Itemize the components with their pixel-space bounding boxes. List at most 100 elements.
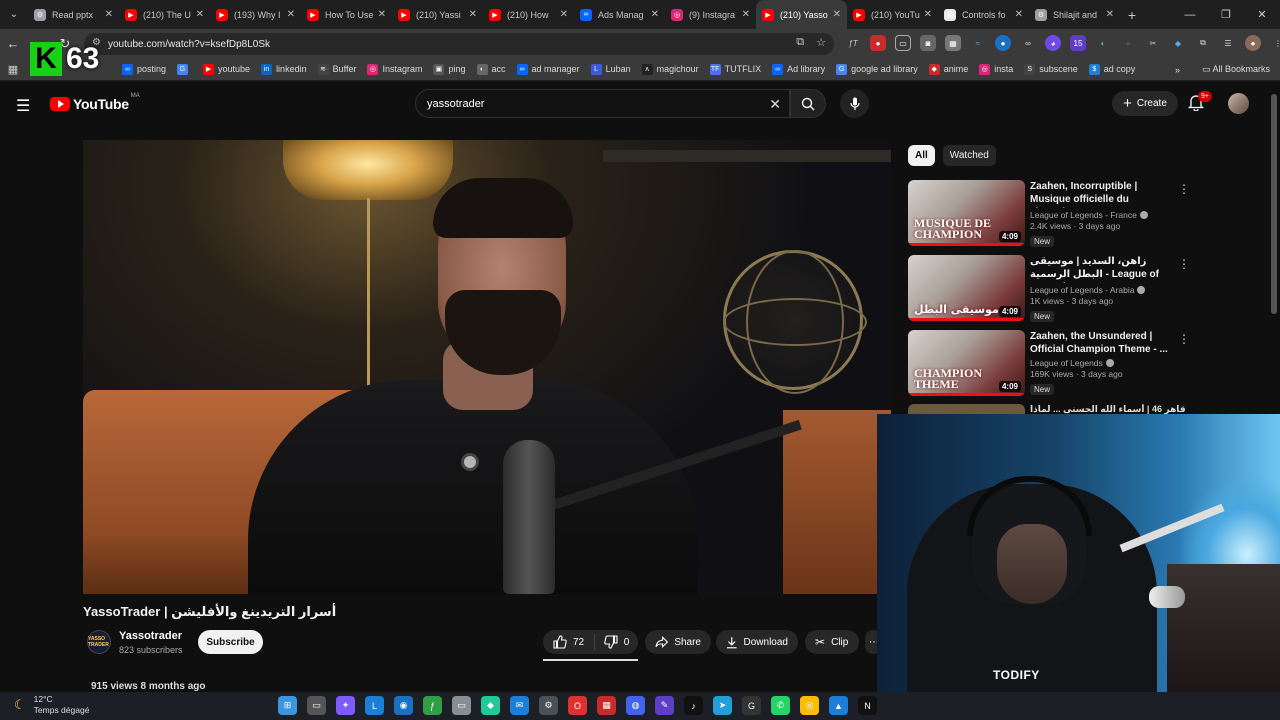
taskbar-app-mail-icon[interactable]: ✉	[510, 696, 529, 715]
bookmark-item[interactable]: Ssubscene	[1024, 63, 1078, 75]
youtube-logo[interactable]: YouTube MA	[50, 93, 140, 112]
taskbar-app-g-icon[interactable]: G	[742, 696, 761, 715]
taskbar-tiktok-icon[interactable]: ♪	[684, 696, 703, 715]
browser-tab[interactable]: ⚙ Shilajit and ✕	[1029, 0, 1120, 29]
font-extension-icon[interactable]: ƒT	[845, 35, 861, 51]
browser-tab[interactable]: ▤ Controls fo ✕	[938, 0, 1029, 29]
blue-circle-extension-icon[interactable]: ●	[995, 35, 1011, 51]
tab-close-icon[interactable]: ✕	[105, 9, 113, 20]
browser-tab[interactable]: ▶ (193) Why I ✕	[210, 0, 301, 29]
all-bookmarks-folder[interactable]: ▭ All Bookmarks	[1202, 64, 1270, 75]
taskbar-photos-icon[interactable]: ▲	[829, 696, 848, 715]
browser-tab[interactable]: ▶ (210) Yassi ✕	[392, 0, 483, 29]
tab-search-chevron-icon[interactable]: ⌄	[0, 0, 28, 29]
tab-close-icon[interactable]: ✕	[287, 9, 295, 20]
taskbar-telegram-icon[interactable]: ➤	[713, 696, 732, 715]
bookmark-item[interactable]: L Luban	[590, 63, 631, 75]
more-options-icon[interactable]: ⋮	[1178, 332, 1190, 346]
bookmark-item[interactable]: G	[177, 63, 192, 75]
maximize-icon[interactable]: ❐	[1208, 0, 1244, 29]
download-button[interactable]: Download	[716, 630, 798, 654]
bookmark-item[interactable]: in linkedin	[261, 63, 307, 75]
clip-button[interactable]: ✂ Clip	[805, 630, 859, 654]
bookmark-item[interactable]: ∞ Ad library	[772, 63, 825, 75]
bookmark-item[interactable]: ∞ ad manager	[516, 63, 580, 75]
tools-extension-icon[interactable]: ✂	[1145, 35, 1161, 51]
taskbar-app-red-icon[interactable]: ▦	[597, 696, 616, 715]
more-options-icon[interactable]: ⋮	[1178, 182, 1190, 196]
tab-close-icon[interactable]: ✕	[1106, 9, 1114, 20]
taskbar-app-feather-icon[interactable]: ƒ	[423, 696, 442, 715]
profile-avatar[interactable]: ●	[1245, 35, 1261, 51]
account-avatar[interactable]	[1228, 93, 1249, 114]
chip-all[interactable]: All	[908, 145, 935, 166]
recommendation-item[interactable]: MUSIQUE DE CHAMPION 4:09 Zaahen, Incorrupt…	[908, 180, 1278, 250]
minimize-icon[interactable]: —	[1172, 0, 1208, 29]
browser-tab[interactable]: ▶ (210) YouTu ✕	[847, 0, 938, 29]
bookmark-item[interactable]: ▶ youtube	[203, 63, 250, 75]
reading-list-icon[interactable]: ☰	[1220, 35, 1236, 51]
taskbar-opera-icon[interactable]: O	[568, 696, 587, 715]
voice-search-button[interactable]	[840, 89, 869, 118]
like-button[interactable]: 72	[543, 634, 595, 650]
recommendation-title[interactable]: زاهن، السديد | موسيقى البطل الرسمية - Le…	[1030, 255, 1170, 283]
tab-close-icon[interactable]: ✕	[833, 9, 841, 20]
tab-close-icon[interactable]: ✕	[1015, 9, 1023, 20]
create-button[interactable]: + Create	[1112, 91, 1178, 116]
browser-tab[interactable]: ▶ How To Use ✕	[301, 0, 392, 29]
browser-tab[interactable]: ▶ (210) Yasso ✕	[756, 0, 847, 29]
dim-extension-icon[interactable]: ●	[1120, 35, 1136, 51]
browser-tab[interactable]: ◎ (9) Instagra ✕	[665, 0, 756, 29]
more-bookmarks-chevron-icon[interactable]: »	[1175, 65, 1180, 75]
install-app-icon[interactable]: ⧉	[796, 36, 804, 49]
tab-close-icon[interactable]: ✕	[651, 9, 659, 20]
puzzle-extensions-icon[interactable]: ⧉	[1195, 35, 1211, 51]
browser-tab[interactable]: ▶ (210) The U ✕	[119, 0, 210, 29]
chip-watched[interactable]: Watched	[942, 145, 996, 166]
browser-tab[interactable]: ▶ (210) How ✕	[483, 0, 574, 29]
bookmark-star-icon[interactable]: ☆	[816, 36, 826, 49]
video-thumbnail[interactable]: CHAMPION THEME 4:09	[908, 330, 1025, 396]
taskbar-app-n-icon[interactable]: N	[858, 696, 877, 715]
recommendation-peek[interactable]: قاهر 46 | أسماء الله الحسنى ... لماذا نت…	[908, 404, 1208, 414]
channel-name[interactable]: Yassotrader	[119, 630, 182, 642]
camera-extension-icon[interactable]: ◙	[920, 35, 936, 51]
taskbar-app-cube-icon[interactable]: ◆	[481, 696, 500, 715]
hamburger-menu-icon[interactable]: ☰	[16, 96, 30, 116]
bookmark-item[interactable]: ʌ magichour	[641, 63, 699, 75]
recommendation-title[interactable]: Zaahen, Incorruptible | Musique officiel…	[1030, 180, 1170, 208]
taskbar-taskview-icon[interactable]: ▭	[307, 696, 326, 715]
taskbar-chrome-icon[interactable]: ◎	[800, 696, 819, 715]
browser-menu-icon[interactable]: ⋮	[1270, 35, 1280, 51]
bookmark-item[interactable]: ◎ Instagram	[367, 63, 422, 75]
video-thumbnail[interactable]: MUSIQUE DE CHAMPION 4:09	[908, 180, 1025, 246]
dislike-button[interactable]: 0	[595, 635, 638, 649]
bookmark-item[interactable]: ∞ posting	[122, 63, 166, 75]
taskbar-app-l-icon[interactable]: L	[365, 696, 384, 715]
bookmark-item[interactable]: $ ad copy	[1088, 63, 1135, 75]
tab-close-icon[interactable]: ✕	[560, 9, 568, 20]
tab-close-icon[interactable]: ✕	[196, 9, 204, 20]
bookmark-item[interactable]: ◆ anime	[928, 63, 968, 75]
recommendation-title[interactable]: Zaahen, the Unsundered | Official Champi…	[1030, 330, 1170, 356]
bookmark-item[interactable]: Ggoogle ad library	[836, 63, 918, 75]
subscribe-button[interactable]: Subscribe	[198, 630, 263, 654]
tab-close-icon[interactable]: ✕	[742, 9, 750, 20]
video-player[interactable]	[83, 140, 891, 594]
browser-tab[interactable]: ⚙ Read pptx ✕	[28, 0, 119, 29]
browser-tab[interactable]: ∞ Ads Manag ✕	[574, 0, 665, 29]
taskbar-app-window-icon[interactable]: ▭	[452, 696, 471, 715]
new-tab-button[interactable]: +	[1120, 7, 1144, 23]
search-input[interactable]: yassotrader ✕	[415, 89, 790, 118]
taskbar-windows-icon[interactable]: ⊞	[278, 696, 297, 715]
share-button[interactable]: Share	[645, 630, 711, 654]
weather-widget[interactable]: ☾ 12°C Temps dégagé	[14, 694, 89, 716]
page-scrollbar[interactable]	[1271, 86, 1278, 396]
bookmark-item[interactable]: TF TUTFLIX	[709, 63, 761, 75]
recommendation-channel[interactable]: League of Legends	[1030, 358, 1103, 368]
recommendation-channel[interactable]: League of Legends - Arabia	[1030, 285, 1134, 295]
bookmark-item[interactable]: ▣ ping	[433, 63, 466, 75]
clear-search-icon[interactable]: ✕	[769, 96, 781, 113]
green-extension-icon[interactable]: ◐	[1095, 35, 1111, 51]
tv-extension-icon[interactable]: ▭	[895, 35, 911, 51]
